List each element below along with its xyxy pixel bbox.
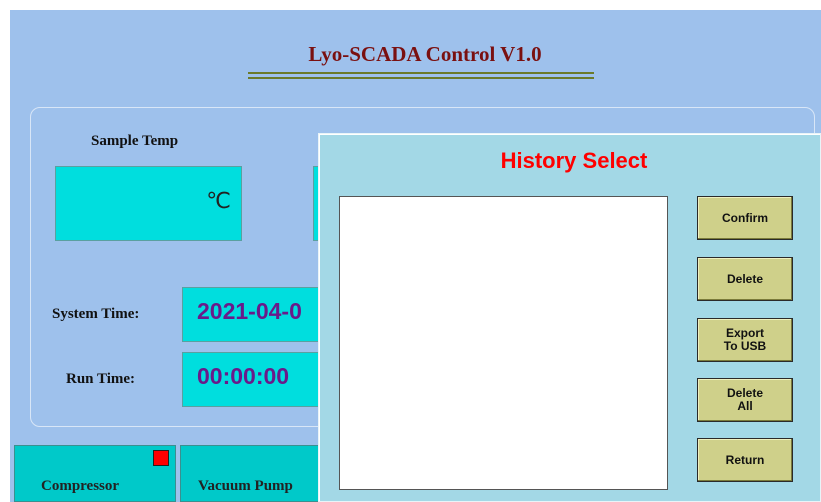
run-time-display: 00:00:00 [182,352,332,407]
sample-temp-label: Sample Temp [91,133,179,149]
page-title: Lyo-SCADA Control V1.0 [308,42,542,66]
delete-button[interactable]: Delete [697,257,793,301]
compressor-status-indicator [153,450,169,466]
history-select-dialog: History Select Confirm Delete Export To … [318,133,821,502]
vacuum-pump-button[interactable]: Vacuum Pump [180,445,340,502]
temp-unit: ℃ [206,189,231,214]
run-time-label: Run Time: [66,371,136,387]
sample-temp-display: ℃ [55,166,242,241]
vacuum-pump-label: Vacuum Pump [198,478,293,494]
delete-all-button[interactable]: Delete All [697,378,793,422]
export-to-usb-button[interactable]: Export To USB [697,318,793,362]
compressor-button[interactable]: Compressor [14,445,176,502]
system-time-value: 2021-04-0 [197,298,302,324]
return-button[interactable]: Return [697,438,793,482]
history-listbox[interactable] [339,196,668,490]
title-underline-top [248,72,594,74]
system-time-display: 2021-04-0 [182,287,332,342]
system-time-label: System Time: [52,306,140,322]
dialog-title: History Select [500,148,648,173]
run-time-value: 00:00:00 [197,363,290,389]
confirm-button[interactable]: Confirm [697,196,793,240]
title-underline-bottom [248,77,594,79]
compressor-label: Compressor [41,478,120,494]
